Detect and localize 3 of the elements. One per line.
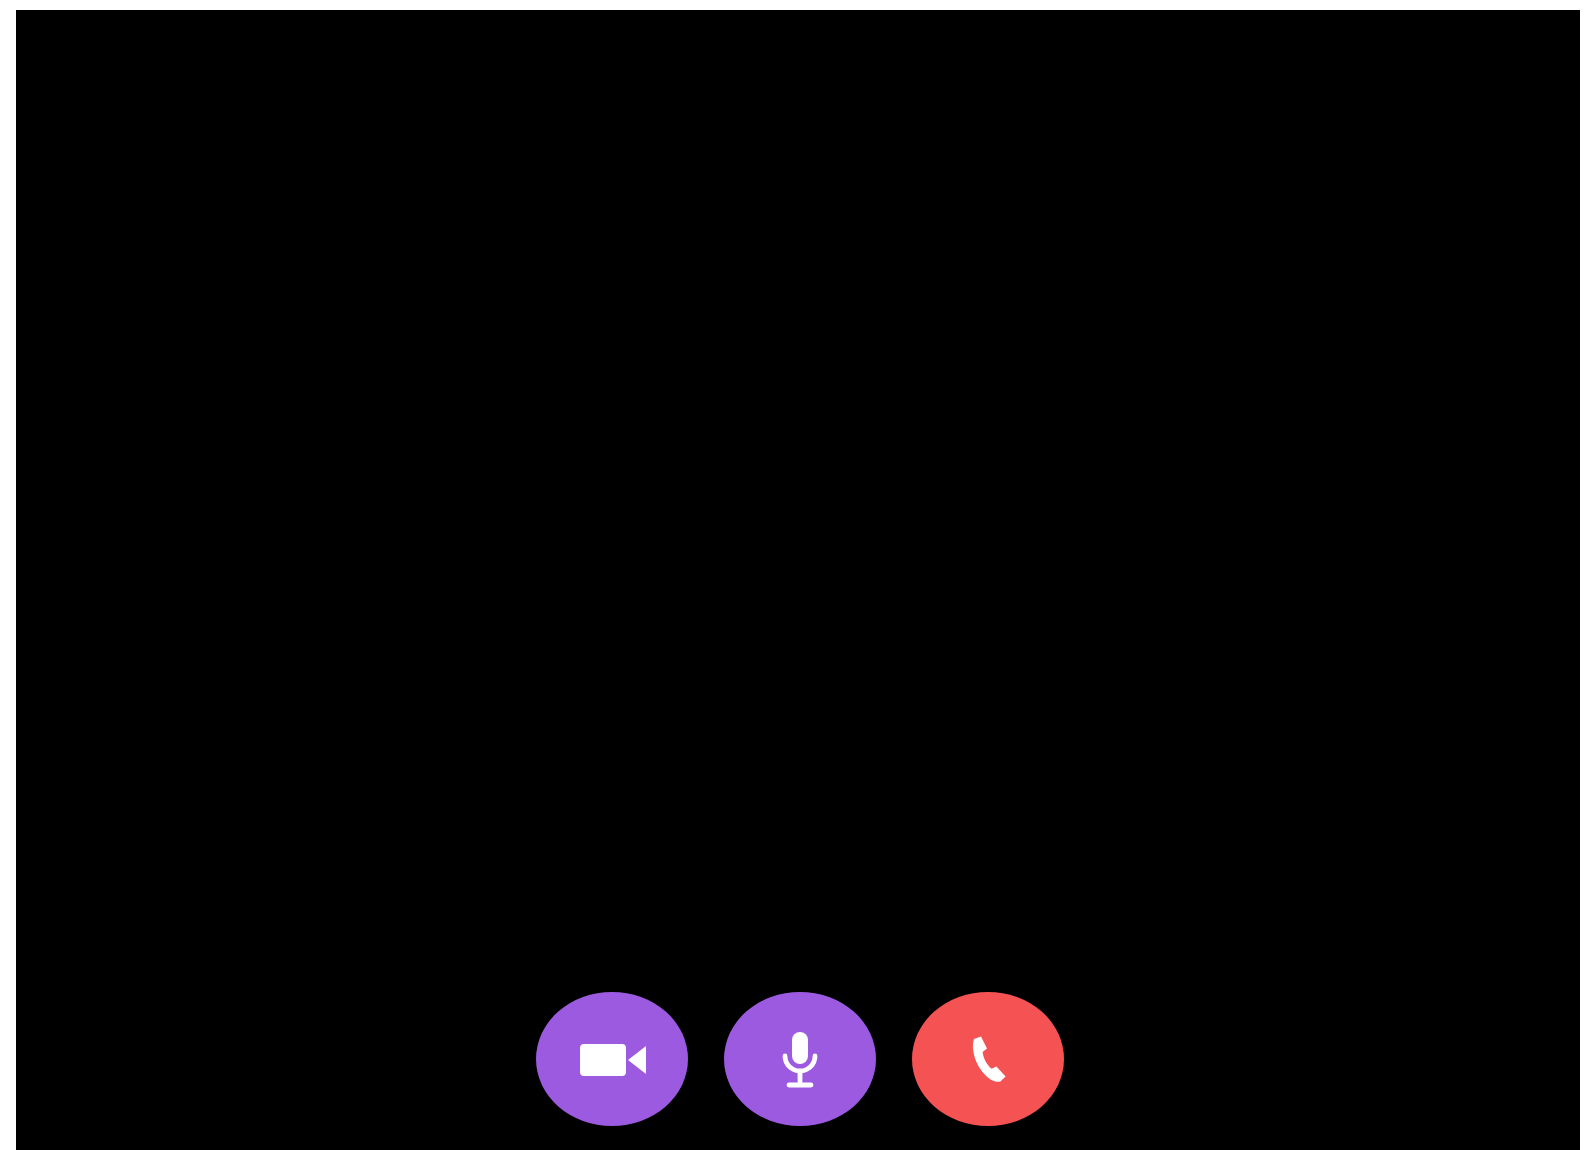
microphone-icon <box>782 1031 818 1087</box>
video-camera-icon <box>579 1043 645 1075</box>
phone-icon <box>970 1035 1006 1083</box>
